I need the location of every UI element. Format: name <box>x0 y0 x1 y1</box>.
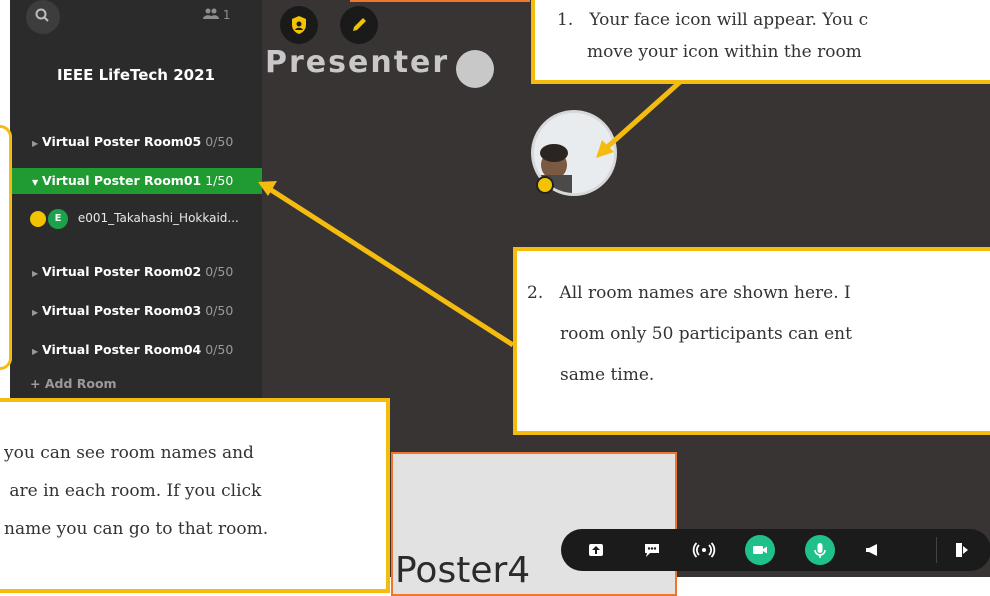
share-screen-icon <box>589 544 603 556</box>
share-screen-button[interactable] <box>581 535 611 565</box>
broadcast-button[interactable] <box>689 535 719 565</box>
toolbar-divider <box>936 537 937 563</box>
poster-title: Poster4 <box>395 550 531 591</box>
callout-text: name you can go to that room. <box>4 519 269 539</box>
microphone-icon <box>814 543 826 558</box>
callout-text: you can see room names and <box>4 443 254 463</box>
callout-text: 2. All room names are shown here. I <box>527 283 851 303</box>
chat-icon <box>645 544 659 557</box>
exit-icon <box>956 543 968 557</box>
camera-icon <box>753 546 767 554</box>
broadcast-icon <box>692 542 716 558</box>
callout-room-list: you can see room names and are in each r… <box>0 398 390 593</box>
callout-text: are in each room. If you click <box>4 481 262 501</box>
callout-face-icon: 1. Your face icon will appear. You c mov… <box>531 0 990 84</box>
microphone-toggle[interactable] <box>805 535 835 565</box>
bottom-toolbar <box>561 529 990 571</box>
megaphone-icon <box>866 544 877 556</box>
callout-text: room only 50 participants can ent <box>560 324 852 344</box>
callout-text: 1. Your face icon will appear. You c <box>557 10 869 30</box>
camera-toggle[interactable] <box>745 535 775 565</box>
megaphone-button[interactable] <box>857 535 887 565</box>
callout-text: same time. <box>560 365 655 385</box>
chat-button[interactable] <box>637 535 667 565</box>
callout-text: move your icon within the room <box>587 42 862 62</box>
exit-button[interactable] <box>947 535 977 565</box>
callout-room-names: 2. All room names are shown here. I room… <box>513 247 990 435</box>
